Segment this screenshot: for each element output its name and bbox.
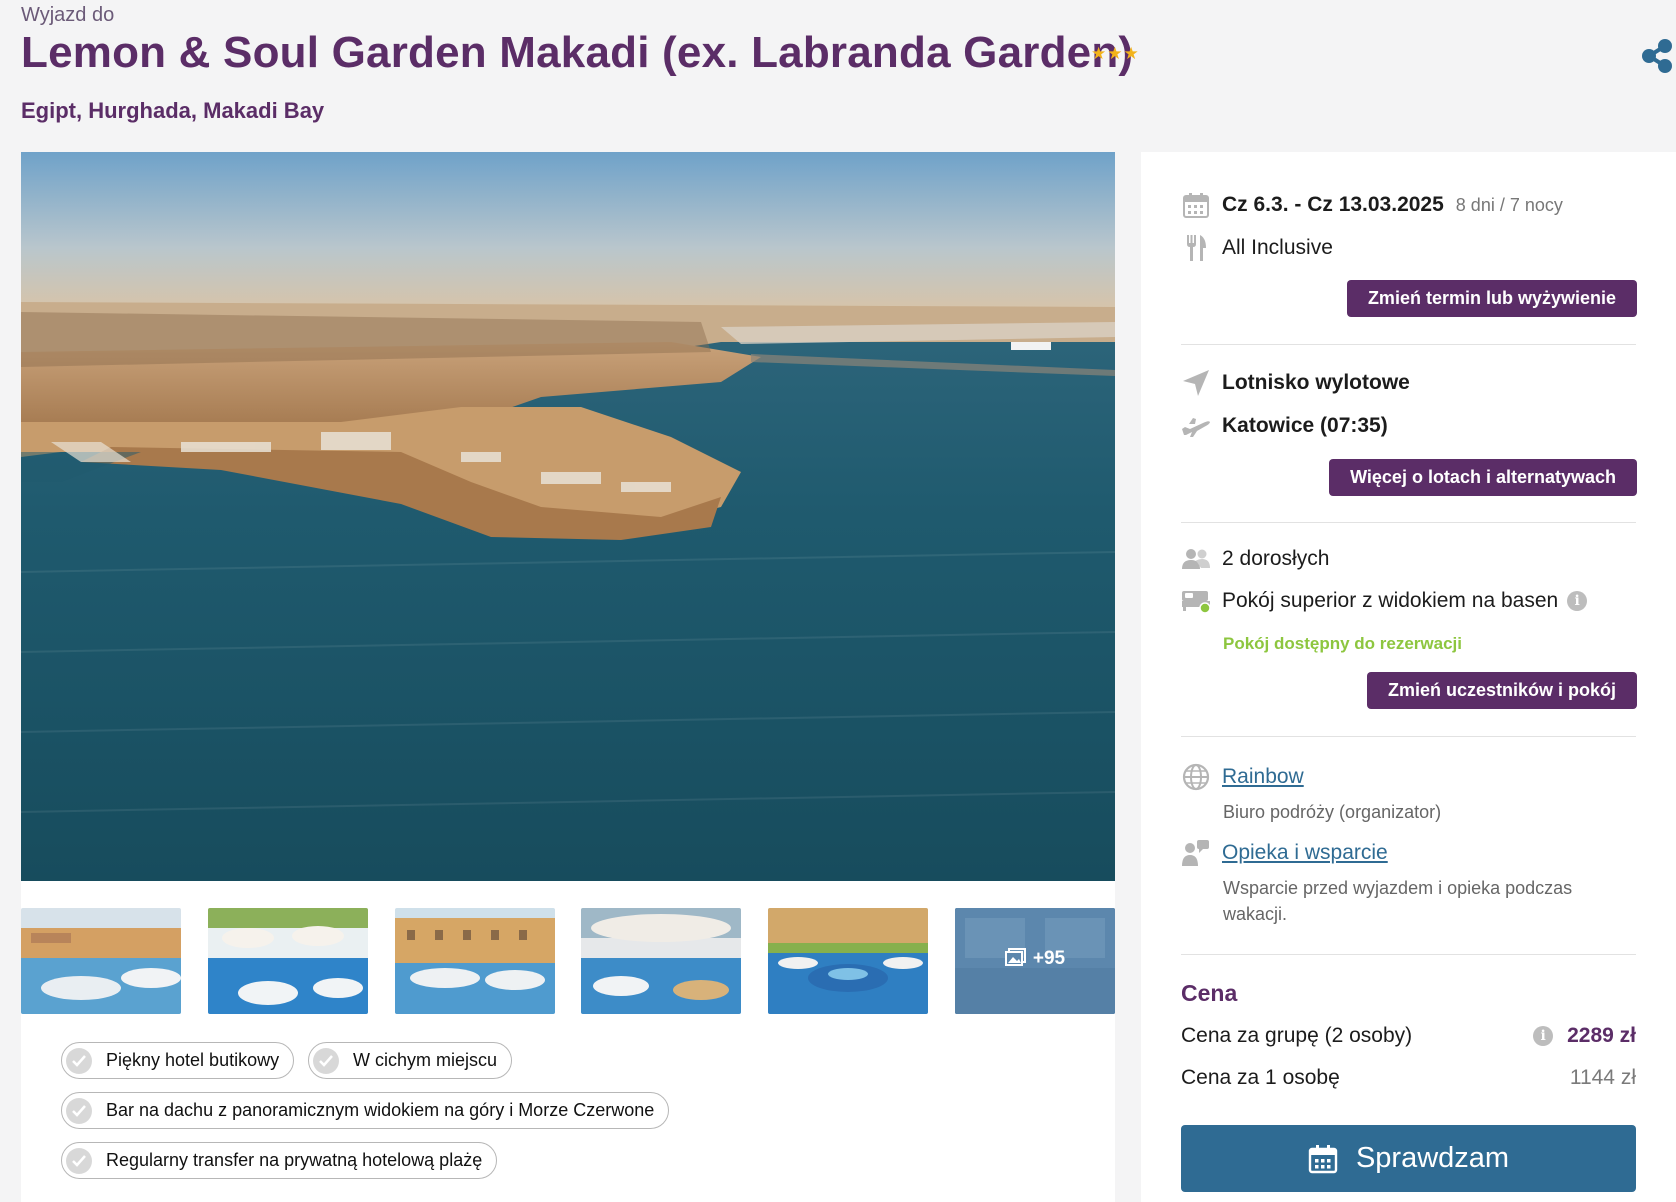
thumbnail-photo[interactable] <box>21 908 181 1014</box>
more-photos-button[interactable]: +95 <box>955 908 1115 1014</box>
change-term-button[interactable]: Zmień termin lub wyżywienie <box>1346 280 1637 317</box>
globe-icon <box>1181 762 1211 792</box>
dates-row: Cz 6.3. - Cz 13.03.2025 8 dni / 7 nocy <box>1181 190 1563 220</box>
organizer-row: Rainbow <box>1181 762 1304 792</box>
support-row: Opieka i wsparcie <box>1181 838 1388 868</box>
booking-panel: Cz 6.3. - Cz 13.03.2025 8 dni / 7 nocy A… <box>1141 152 1676 1202</box>
hotel-title: Lemon & Soul Garden Makadi (ex. Labranda… <box>21 28 1134 77</box>
main-photo[interactable] <box>21 152 1115 881</box>
trip-dates: Cz 6.3. - Cz 13.03.2025 <box>1222 193 1444 216</box>
airport-label-row: Lotnisko wylotowe <box>1181 368 1410 398</box>
check-icon <box>66 1147 92 1174</box>
organizer-link[interactable]: Rainbow <box>1222 765 1304 789</box>
room-row: Pokój superior z widokiem na basen i <box>1181 586 1588 616</box>
cutlery-icon <box>1181 233 1211 263</box>
calendar-icon <box>1308 1144 1338 1173</box>
hotel-location[interactable]: Egipt, Hurghada, Makadi Bay <box>21 98 324 124</box>
highlight-tag: Piękny hotel butikowy <box>61 1042 295 1079</box>
more-photos-count: +95 <box>1032 948 1066 969</box>
highlight-label: Piękny hotel butikowy <box>106 1050 280 1070</box>
support-icon <box>1181 838 1211 868</box>
divider <box>1181 522 1636 523</box>
board-type: All Inclusive <box>1222 236 1333 259</box>
price-heading: Cena <box>1181 980 1238 1006</box>
check-icon <box>66 1097 92 1124</box>
organizer-description: Biuro podróży (organizator) <box>1223 802 1442 822</box>
bed-icon <box>1181 586 1211 616</box>
check-availability-button[interactable]: Sprawdzam <box>1181 1125 1636 1192</box>
check-icon <box>66 1047 92 1074</box>
info-icon[interactable]: i <box>1533 1026 1554 1046</box>
plane-icon <box>1181 411 1211 441</box>
flights-info-button[interactable]: Więcej o lotach i alternatywach <box>1329 459 1637 496</box>
people-icon <box>1181 544 1211 574</box>
check-icon <box>313 1047 339 1074</box>
divider <box>1181 954 1636 955</box>
participants-count: 2 dorosłych <box>1222 547 1330 570</box>
thumbnail-photo[interactable] <box>768 908 928 1014</box>
room-type: Pokój superior z widokiem na basen <box>1222 589 1559 612</box>
thumbnail-photo[interactable] <box>208 908 368 1014</box>
image-icon <box>1004 948 1026 966</box>
support-description: Wsparcie przed wyjazdem i opieka podczas… <box>1223 878 1573 924</box>
share-icon[interactable] <box>1640 38 1674 74</box>
highlight-tag: Regularny transfer na prywatną hotelową … <box>61 1142 498 1179</box>
group-price-label: Cena za grupę (2 osoby) <box>1181 1024 1413 1047</box>
highlight-label: Bar na dachu z panoramicznym widokiem na… <box>106 1100 655 1120</box>
participants-row: 2 dorosłych <box>1181 544 1329 574</box>
divider <box>1181 344 1636 345</box>
check-availability-label: Sprawdzam <box>1355 1142 1510 1174</box>
location-arrow-icon <box>1181 368 1211 398</box>
airport-label: Lotnisko wylotowe <box>1222 371 1410 394</box>
calendar-icon <box>1181 190 1211 220</box>
room-availability: Pokój dostępny do rezerwacji <box>1223 634 1463 653</box>
trip-duration: 8 dni / 7 nocy <box>1455 194 1563 215</box>
thumbnail-photo[interactable] <box>581 908 741 1014</box>
board-row: All Inclusive <box>1181 233 1333 263</box>
group-price-row: Cena za grupę (2 osoby) i 2289 zł <box>1181 1024 1636 1048</box>
person-price-value: 1144 zł <box>1569 1066 1636 1089</box>
support-link[interactable]: Opieka i wsparcie <box>1222 841 1388 865</box>
thumbnail-photo[interactable] <box>395 908 555 1014</box>
hotel-stars: ★★★ <box>1091 44 1140 63</box>
photo-gallery: +95 Piękny hotel butikowy W cichym miejs… <box>21 152 1115 1202</box>
change-participants-button[interactable]: Zmień uczestników i pokój <box>1366 672 1637 709</box>
thumbnail-strip: +95 <box>21 908 1115 1016</box>
highlight-tag: Bar na dachu z panoramicznym widokiem na… <box>61 1092 670 1129</box>
highlight-label: W cichym miejscu <box>353 1050 498 1070</box>
highlight-tag: W cichym miejscu <box>308 1042 513 1079</box>
person-price-label: Cena za 1 osobę <box>1181 1066 1340 1089</box>
departure-airport: Katowice (07:35) <box>1222 414 1388 437</box>
group-price-value: 2289 zł <box>1567 1024 1636 1047</box>
person-price-row: Cena za 1 osobę 1144 zł <box>1181 1066 1636 1090</box>
more-photos-label: +95 <box>955 948 1115 970</box>
highlight-label: Regularny transfer na prywatną hotelową … <box>106 1150 483 1170</box>
divider <box>1181 736 1636 737</box>
info-icon[interactable]: i <box>1567 591 1588 611</box>
page-subtitle: Wyjazd do <box>21 4 115 26</box>
airport-value-row: Katowice (07:35) <box>1181 411 1388 441</box>
